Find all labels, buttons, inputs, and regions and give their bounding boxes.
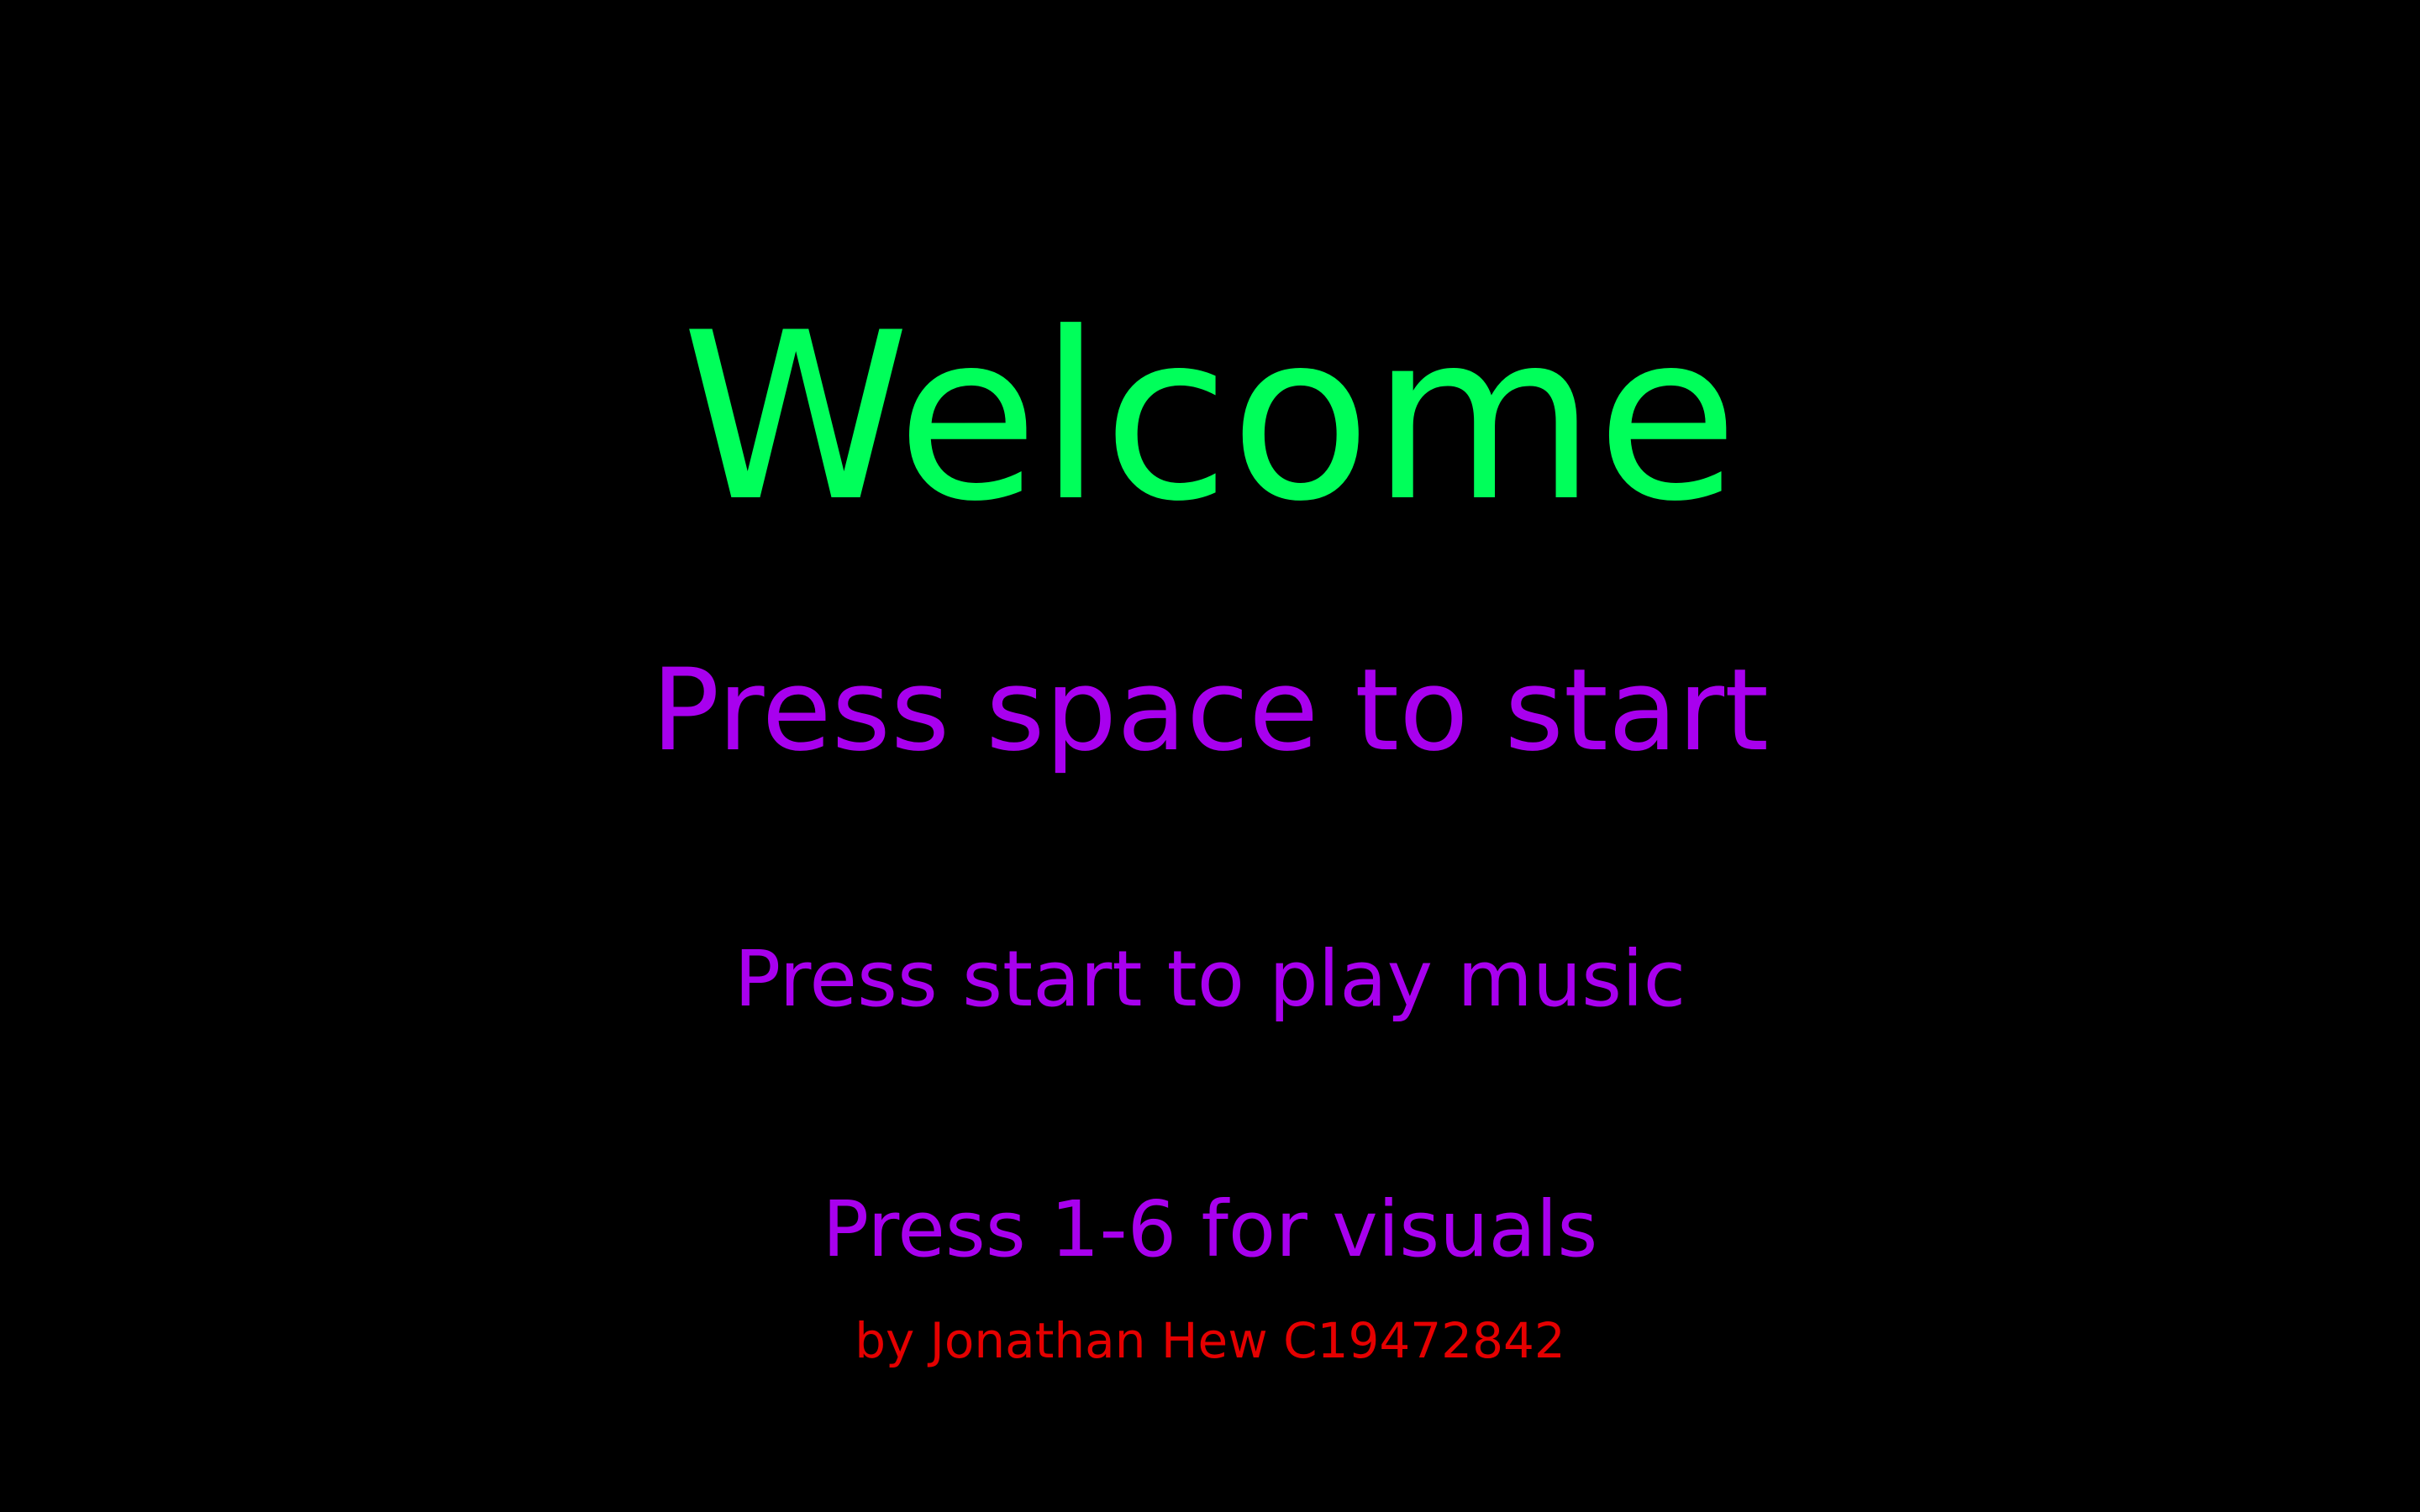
- start-prompt: Press space to start: [650, 644, 1770, 776]
- welcome-screen[interactable]: Welcome Press space to start Press start…: [0, 0, 2420, 1512]
- music-prompt: Press start to play music: [734, 934, 1686, 1024]
- visuals-prompt: Press 1-6 for visuals: [822, 1184, 1598, 1274]
- author-credit: by Jonathan Hew C19472842: [855, 1312, 1565, 1369]
- welcome-title: Welcome: [681, 283, 1739, 552]
